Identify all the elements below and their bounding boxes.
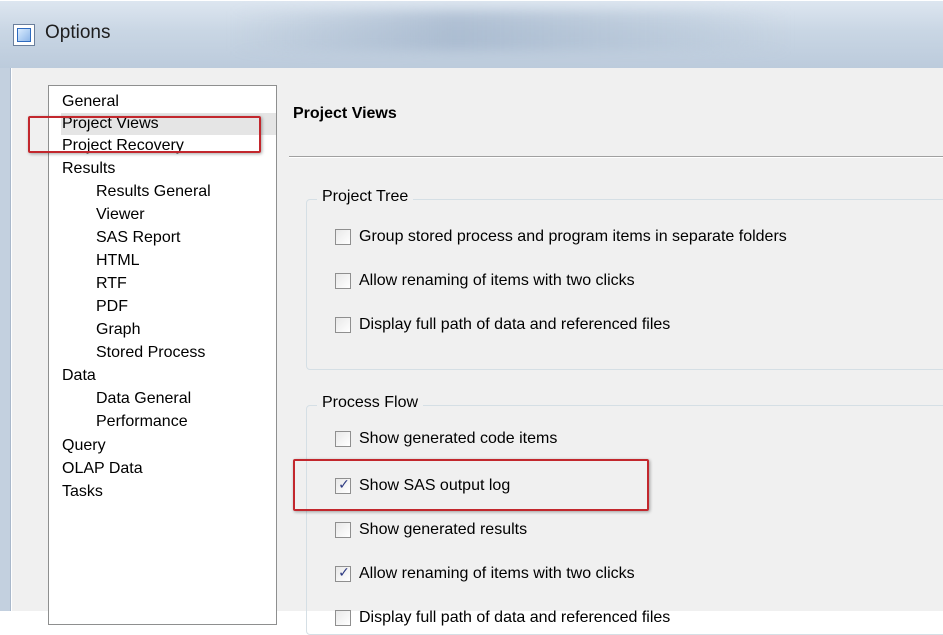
project-tree-group: Project Tree Group stored process and pr…: [306, 188, 943, 370]
nav-item-results[interactable]: Results: [62, 158, 115, 180]
process-flow-group-title: Process Flow: [317, 394, 424, 412]
option-display-full-path-tree[interactable]: Display full path of data and referenced…: [335, 314, 670, 336]
nav-item-stored-process[interactable]: Stored Process: [96, 342, 205, 364]
nav-item-data-general[interactable]: Data General: [96, 388, 191, 410]
page-title: Project Views: [293, 105, 397, 122]
nav-item-rtf[interactable]: RTF: [96, 273, 127, 295]
window-title: Options: [45, 22, 111, 43]
title-bar: Options: [0, 0, 943, 68]
option-allow-renaming-flow[interactable]: ✓ Allow renaming of items with two click…: [335, 563, 635, 585]
checkbox[interactable]: [335, 522, 351, 538]
option-show-generated-results[interactable]: Show generated results: [335, 519, 527, 541]
nav-item-tasks[interactable]: Tasks: [62, 481, 103, 503]
nav-item-general[interactable]: General: [62, 91, 119, 113]
option-group-stored-process[interactable]: Group stored process and program items i…: [335, 226, 787, 248]
nav-item-pdf[interactable]: PDF: [96, 296, 128, 318]
checkbox[interactable]: [335, 317, 351, 333]
nav-item-query[interactable]: Query: [62, 435, 106, 457]
checkbox[interactable]: [335, 273, 351, 289]
options-category-list[interactable]: General Project Views Project Recovery R…: [48, 85, 277, 625]
nav-item-olap-data[interactable]: OLAP Data: [62, 458, 143, 480]
checkbox-label: Group stored process and program items i…: [359, 228, 787, 245]
options-window-icon: [13, 24, 35, 46]
nav-item-html[interactable]: HTML: [96, 250, 140, 272]
checkbox-checked[interactable]: ✓: [335, 564, 351, 582]
nav-item-results-general[interactable]: Results General: [96, 181, 211, 203]
nav-item-graph[interactable]: Graph: [96, 319, 140, 341]
highlight-box-show-sas-output-log: [293, 459, 649, 511]
checkmark-icon: ✓: [338, 564, 350, 580]
nav-item-performance[interactable]: Performance: [96, 411, 188, 433]
checkbox-label: Allow renaming of items with two clicks: [359, 565, 635, 582]
nav-item-data[interactable]: Data: [62, 365, 96, 387]
highlight-box-project-views: [28, 116, 261, 153]
checkbox-label: Show generated results: [359, 521, 528, 538]
checkbox[interactable]: [335, 431, 351, 447]
window-frame-left: [0, 68, 11, 611]
process-flow-group: Process Flow Show generated code items ✓…: [306, 394, 943, 635]
checkbox[interactable]: [335, 610, 351, 626]
checkbox-label: Display full path of data and referenced…: [359, 316, 671, 333]
option-show-generated-code[interactable]: Show generated code items: [335, 428, 557, 450]
checkbox-label: Display full path of data and referenced…: [359, 609, 671, 626]
option-allow-renaming-tree[interactable]: Allow renaming of items with two clicks: [335, 270, 635, 292]
checkbox-label: Allow renaming of items with two clicks: [359, 272, 635, 289]
project-tree-group-title: Project Tree: [317, 188, 414, 206]
checkbox-label: Show generated code items: [359, 430, 558, 447]
checkbox[interactable]: [335, 229, 351, 245]
option-display-full-path-flow[interactable]: Display full path of data and referenced…: [335, 607, 670, 629]
title-bar-blur: [230, 11, 790, 51]
title-separator: [289, 156, 943, 158]
nav-item-viewer[interactable]: Viewer: [96, 204, 145, 226]
nav-item-sas-report[interactable]: SAS Report: [96, 227, 180, 249]
